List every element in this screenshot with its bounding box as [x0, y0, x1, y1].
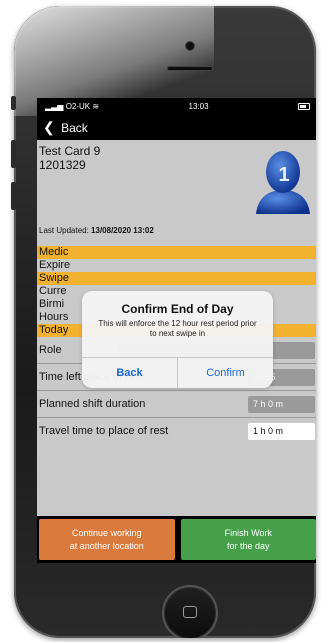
confirm-dialog: Confirm End of Day This will enforce the…: [82, 291, 273, 388]
mute-switch: [11, 96, 16, 110]
modal-overlay: Confirm End of Day This will enforce the…: [37, 98, 316, 563]
home-button[interactable]: [164, 587, 216, 638]
dialog-message: This will enforce the 12 hour rest perio…: [98, 319, 257, 338]
app-screen: ▂▃▅ O2-UK ≋ 13:03 ❮ Back Test Card 9 120…: [37, 98, 316, 563]
front-camera: [186, 42, 194, 50]
volume-up-button: [11, 140, 16, 168]
phone-frame: ▂▃▅ O2-UK ≋ 13:03 ❮ Back Test Card 9 120…: [14, 6, 316, 638]
dialog-title: Confirm End of Day: [121, 302, 234, 316]
dialog-buttons: Back Confirm: [82, 357, 273, 388]
dialog-back-button[interactable]: Back: [82, 358, 178, 388]
volume-down-button: [11, 182, 16, 210]
earpiece-speaker: [167, 66, 213, 71]
dialog-confirm-button[interactable]: Confirm: [178, 358, 273, 388]
home-square-icon: [183, 606, 197, 618]
